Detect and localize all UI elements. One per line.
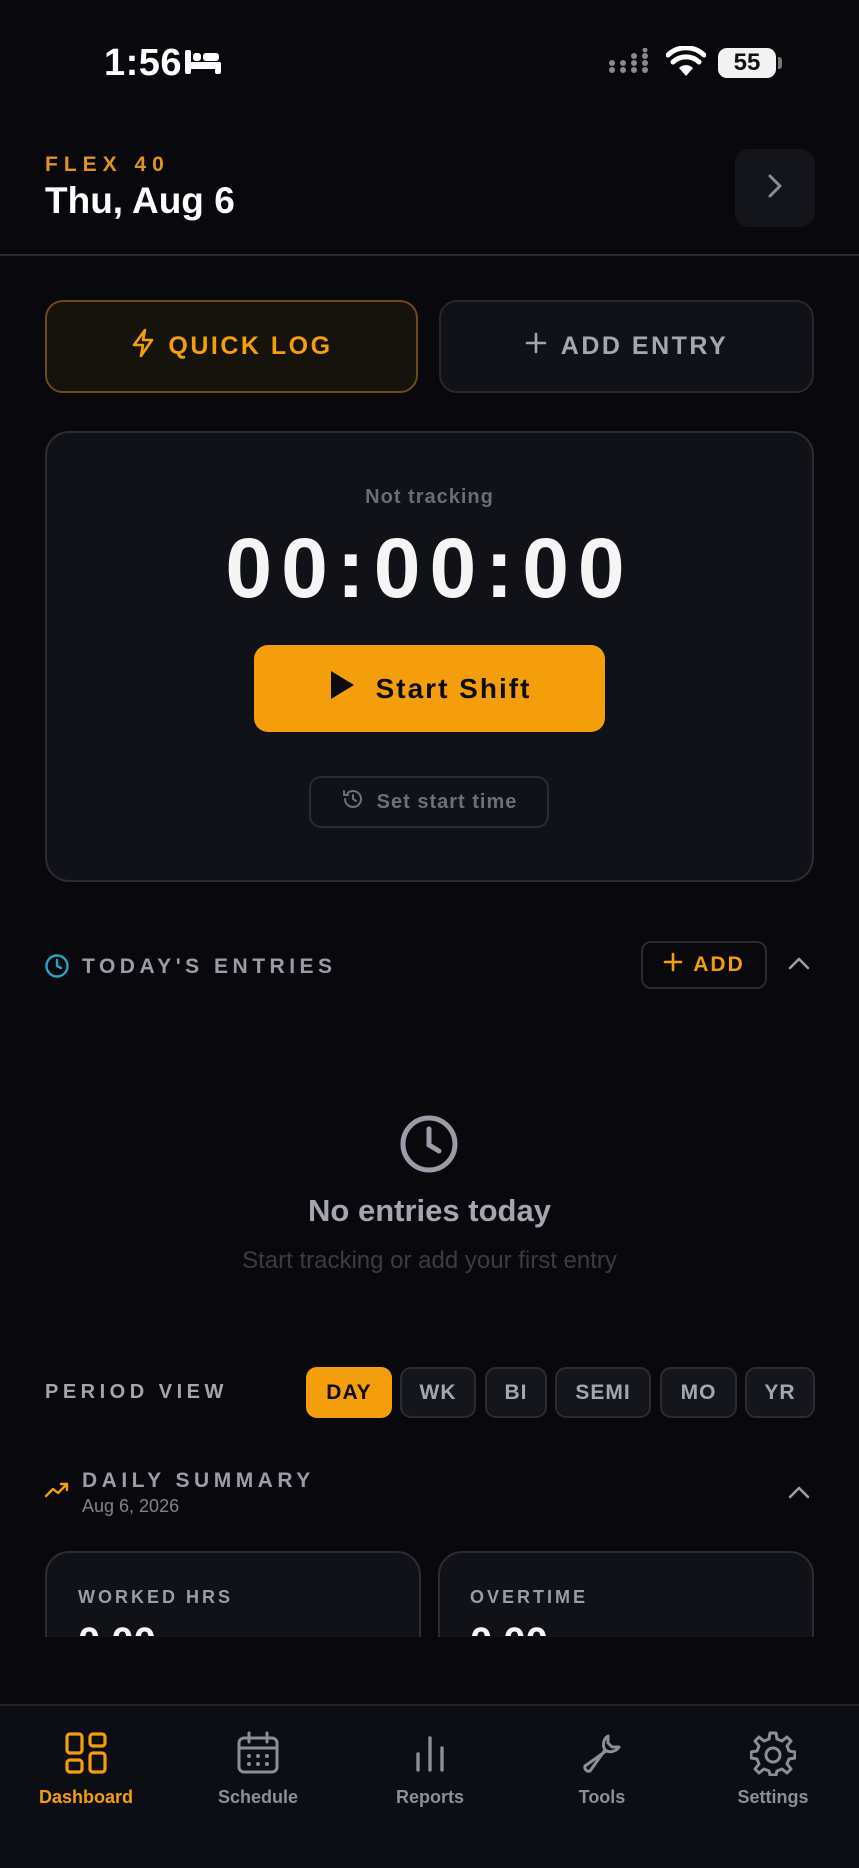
quick-log-label: QUICK LOG: [168, 332, 333, 360]
scroll-clip: [0, 1637, 859, 1705]
period-chip-semimonthly[interactable]: SEMI: [555, 1367, 651, 1418]
summary-date: Aug 6, 2026: [82, 1496, 180, 1516]
plus-icon: [663, 952, 683, 978]
clock-icon: [44, 953, 70, 984]
timer-display: 00:00:00: [225, 521, 634, 615]
entries-section-title: TODAY'S ENTRIES: [82, 955, 337, 978]
header-divider: [0, 254, 859, 256]
app-brand: FLEX 40: [45, 153, 170, 176]
period-chip-day[interactable]: DAY: [306, 1367, 392, 1418]
trending-up-icon: [44, 1480, 70, 1505]
bed-icon: [184, 48, 222, 81]
empty-state-subtitle: Start tracking or add your first entry: [242, 1247, 617, 1274]
period-chip-week[interactable]: WK: [400, 1367, 476, 1418]
wrench-icon: [579, 1730, 625, 1781]
tab-tools[interactable]: Tools: [516, 1730, 688, 1808]
period-chip-month[interactable]: MO: [660, 1367, 737, 1418]
set-start-time-button[interactable]: Set start time: [309, 776, 549, 828]
chevron-up-icon[interactable]: [786, 952, 812, 979]
chevron-right-icon: [764, 172, 786, 205]
quick-log-button[interactable]: QUICK LOG: [45, 300, 418, 393]
tab-settings-label: Settings: [737, 1787, 809, 1807]
tracking-status: Not tracking: [365, 486, 494, 508]
tab-settings[interactable]: Settings: [687, 1730, 859, 1808]
bar-chart-icon: [407, 1730, 453, 1781]
add-entry-small-button[interactable]: ADD: [641, 941, 767, 989]
period-view-label: PERIOD VIEW: [45, 1381, 228, 1403]
tab-reports-label: Reports: [395, 1787, 464, 1807]
tab-schedule-label: Schedule: [217, 1787, 299, 1807]
period-chip-year[interactable]: YR: [745, 1367, 815, 1418]
status-time: 1:56: [104, 42, 183, 84]
next-day-button[interactable]: [735, 149, 815, 227]
plus-icon: [525, 332, 547, 361]
set-start-time-label: Set start time: [376, 790, 518, 813]
empty-clock-icon: [399, 1114, 459, 1179]
period-chip-biweekly[interactable]: BI: [485, 1367, 547, 1418]
overtime-label: OVERTIME: [470, 1587, 589, 1607]
overtime-value: 0.00: [470, 1620, 548, 1636]
summary-section-title: DAILY SUMMARY: [82, 1469, 315, 1492]
battery-level: 55: [718, 48, 776, 78]
start-shift-button[interactable]: Start Shift: [254, 645, 605, 732]
worked-hours-label: WORKED HRS: [78, 1587, 233, 1607]
play-icon: [328, 669, 356, 708]
calendar-icon: [235, 1730, 281, 1781]
add-label: ADD: [693, 953, 745, 976]
tab-dashboard[interactable]: Dashboard: [0, 1730, 172, 1808]
dashboard-icon: [63, 1730, 109, 1781]
cellular-signal-icon: [608, 47, 654, 81]
tab-reports[interactable]: Reports: [344, 1730, 516, 1808]
gear-icon: [749, 1730, 797, 1781]
worked-hours-value: 0.00: [78, 1620, 156, 1636]
history-icon: [341, 787, 365, 817]
empty-state-title: No entries today: [308, 1193, 551, 1228]
tab-schedule[interactable]: Schedule: [172, 1730, 344, 1808]
lightning-icon: [130, 328, 156, 365]
add-entry-button[interactable]: ADD ENTRY: [439, 300, 814, 393]
tab-tools-label: Tools: [578, 1787, 626, 1807]
chevron-up-icon[interactable]: [786, 1481, 812, 1508]
wifi-icon: [665, 45, 707, 83]
tab-dashboard-label: Dashboard: [38, 1787, 134, 1807]
battery-tip: [778, 57, 782, 69]
add-entry-label: ADD ENTRY: [560, 332, 729, 360]
page-title: Thu, Aug 6: [45, 180, 235, 221]
start-shift-label: Start Shift: [375, 672, 532, 704]
